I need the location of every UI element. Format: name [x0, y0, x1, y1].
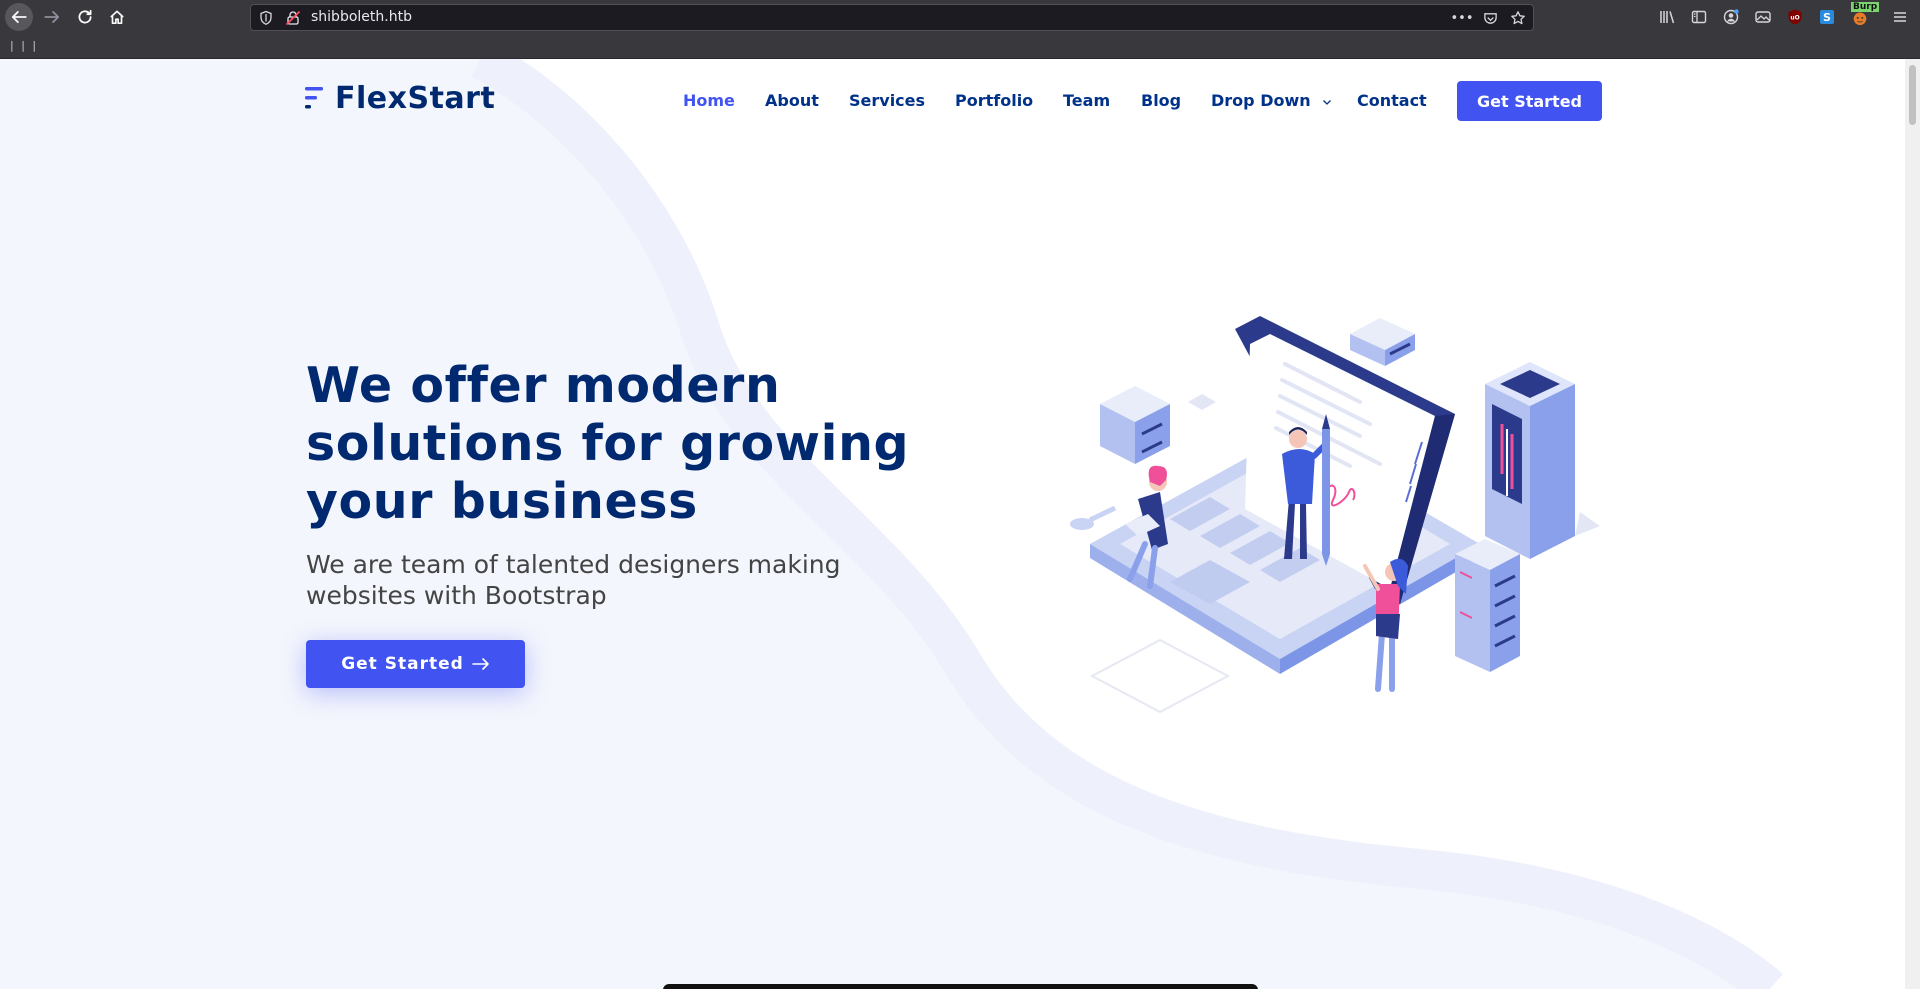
hero-title-line: your business	[306, 473, 698, 530]
tracking-shield-icon[interactable]	[259, 10, 273, 26]
forward-button[interactable]	[38, 3, 66, 31]
nav-home[interactable]: Home	[683, 91, 735, 110]
address-bar[interactable]: shibboleth.htb •••	[250, 4, 1534, 31]
back-arrow-icon	[11, 11, 27, 23]
burp-badge: Burp	[1851, 2, 1880, 12]
nav-contact[interactable]: Contact	[1357, 91, 1427, 110]
nav-services[interactable]: Services	[849, 91, 925, 110]
nav-about[interactable]: About	[765, 91, 819, 110]
bookmarks-toolbar: | | |	[0, 34, 1920, 59]
insecure-lock-icon[interactable]	[285, 10, 301, 26]
library-icon[interactable]	[1657, 7, 1677, 27]
logo-text: FlexStart	[335, 81, 496, 116]
svg-text:S: S	[1823, 11, 1831, 24]
hero-subtitle-line: We are team of talented designers making	[306, 550, 841, 579]
nav-dropdown[interactable]: Drop Down	[1211, 91, 1332, 110]
hero-title: We offer modern solutions for growing yo…	[306, 357, 946, 531]
nav-dropdown-label: Drop Down	[1211, 91, 1311, 110]
hero-subtitle: We are team of talented designers making…	[306, 549, 926, 611]
account-icon[interactable]	[1721, 7, 1741, 27]
nav-team[interactable]: Team	[1063, 91, 1110, 110]
home-icon	[110, 10, 124, 25]
nav-portfolio[interactable]: Portfolio	[955, 91, 1033, 110]
hero-title-line: We offer modern	[306, 357, 781, 414]
ublock-icon[interactable]: uO	[1785, 7, 1805, 27]
forward-arrow-icon	[44, 11, 60, 23]
reload-icon	[78, 9, 92, 24]
home-button[interactable]	[103, 3, 131, 31]
hero-title-line: solutions for growing	[306, 415, 910, 472]
browser-toolbar: shibboleth.htb ••• uO S Burp	[0, 0, 1920, 34]
menu-icon[interactable]	[1890, 7, 1910, 27]
svg-text:uO: uO	[1790, 15, 1799, 22]
bookmarks-separators: | | |	[10, 39, 39, 52]
url-text[interactable]: shibboleth.htb	[311, 9, 412, 25]
nav-get-started-button[interactable]: Get Started	[1457, 81, 1602, 121]
nav-blog[interactable]: Blog	[1141, 91, 1181, 110]
more-icon[interactable]: •••	[1451, 9, 1474, 27]
page-scrollbar[interactable]	[1905, 59, 1920, 989]
hero-subtitle-line: websites with Bootstrap	[306, 581, 607, 610]
web-page: FlexStart Home About Services Portfolio …	[0, 59, 1905, 989]
hero-background-wave	[0, 59, 1905, 989]
logo-icon	[305, 86, 323, 108]
bookmark-star-icon[interactable]	[1509, 9, 1527, 27]
stylus-icon[interactable]: S	[1817, 7, 1837, 27]
scrollbar-thumb[interactable]	[1909, 65, 1916, 125]
sidebar-icon[interactable]	[1689, 7, 1709, 27]
bottom-dark-element	[663, 984, 1258, 989]
hero-button-label: Get Started	[341, 654, 464, 674]
chevron-down-icon	[1323, 99, 1332, 105]
arrow-right-icon	[471, 658, 489, 670]
screenshot-icon[interactable]	[1753, 7, 1773, 27]
pocket-icon[interactable]	[1481, 9, 1499, 27]
hero-get-started-button[interactable]: Get Started	[306, 640, 525, 688]
reload-button[interactable]	[71, 3, 99, 31]
site-logo[interactable]: FlexStart	[305, 81, 495, 116]
back-button[interactable]	[5, 3, 33, 31]
hero-illustration	[1070, 316, 1600, 714]
